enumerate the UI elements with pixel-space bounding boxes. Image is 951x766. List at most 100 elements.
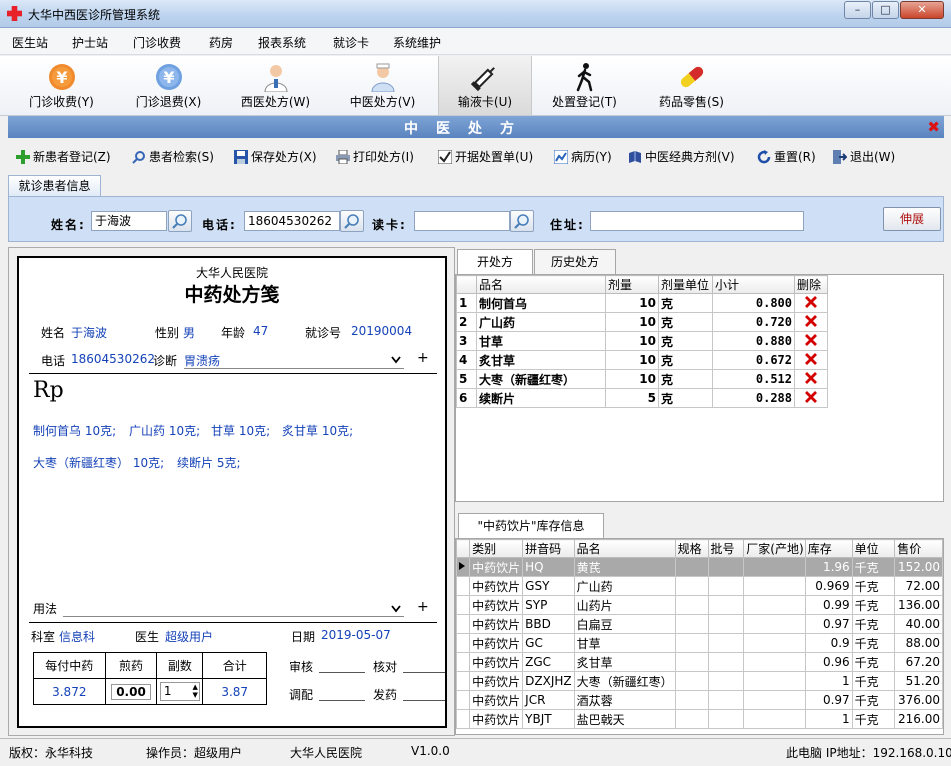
- herb-name[interactable]: 制何首乌: [476, 293, 606, 313]
- diagnosis-value[interactable]: 胃溃疡: [184, 352, 220, 369]
- row-selector[interactable]: [456, 614, 471, 634]
- name-input[interactable]: 于海波: [91, 211, 167, 231]
- table-row[interactable]: 5 大枣（新疆红枣） 10 克 0.512: [456, 369, 828, 389]
- tab-stock-info[interactable]: "中药饮片"库存信息: [458, 513, 604, 539]
- tab-new-prescription[interactable]: 开处方: [457, 249, 533, 275]
- menu-outpatient-fees[interactable]: 门诊收费: [133, 34, 181, 51]
- column-header: [456, 275, 477, 294]
- table-row[interactable]: 4 炙甘草 10 克 0.672: [456, 350, 828, 370]
- patient-info-tab[interactable]: 就诊患者信息: [8, 175, 101, 197]
- row-selector[interactable]: [456, 709, 471, 729]
- exit-button[interactable]: 退出(W): [833, 148, 895, 165]
- row-selector[interactable]: [456, 576, 471, 596]
- dose-value[interactable]: 10: [605, 293, 659, 313]
- save-prescription-button[interactable]: 保存处方(X): [234, 148, 317, 165]
- expand-button[interactable]: 伸展: [883, 207, 941, 231]
- medical-record-button[interactable]: 病历(Y): [554, 148, 612, 165]
- dose-count-spinner[interactable]: 1 ▲ ▼: [159, 682, 200, 701]
- module-close-button[interactable]: ✖: [927, 118, 940, 136]
- delete-icon[interactable]: [794, 350, 828, 370]
- toolbar-infusion-card[interactable]: 输液卡(U): [438, 56, 532, 115]
- open-treatment-order-button[interactable]: 开据处置单(U): [438, 148, 533, 165]
- dose-value[interactable]: 10: [605, 350, 659, 370]
- row-selector[interactable]: [456, 633, 471, 653]
- herb-name[interactable]: 续断片: [476, 388, 606, 408]
- delete-icon[interactable]: [794, 293, 828, 313]
- dose-value[interactable]: 10: [605, 312, 659, 332]
- table-row[interactable]: 中药饮片 GC 甘草 0.9 千克 88.00: [456, 633, 943, 653]
- dose-value[interactable]: 10: [605, 369, 659, 389]
- address-input[interactable]: [590, 211, 804, 231]
- row-selector[interactable]: [456, 690, 471, 710]
- add-diagnosis-button[interactable]: +: [417, 350, 429, 366]
- menu-system-maintenance[interactable]: 系统维护: [393, 34, 441, 51]
- table-row[interactable]: 6 续断片 5 克 0.288: [456, 388, 828, 408]
- tab-history-prescription[interactable]: 历史处方: [534, 249, 616, 275]
- table-row[interactable]: 1 制何首乌 10 克 0.800: [456, 293, 828, 313]
- maximize-button[interactable]: □: [872, 1, 899, 19]
- menu-visit-card[interactable]: 就诊卡: [333, 34, 369, 51]
- toolbar-treatment-register[interactable]: 处置登记(T): [533, 56, 636, 115]
- pinyin-code-cell: JCR: [522, 690, 575, 710]
- card-input[interactable]: [414, 211, 510, 231]
- menu-reports[interactable]: 报表系统: [258, 34, 306, 51]
- table-row[interactable]: 中药饮片 SYP 山药片 0.99 千克 136.00: [456, 595, 943, 615]
- delete-icon[interactable]: [794, 369, 828, 389]
- drug-name-cell: 黄芪: [573, 557, 676, 577]
- menu-nurse-station[interactable]: 护士站: [72, 34, 108, 51]
- phone-input[interactable]: 18604530262: [244, 211, 340, 231]
- toolbar-label: 中医处方(V): [349, 95, 416, 109]
- toolbar-outpatient-charge[interactable]: ¥ 门诊收费(Y): [10, 56, 113, 115]
- age-label: 年龄: [221, 326, 246, 340]
- minimize-button[interactable]: –: [844, 1, 871, 19]
- chevron-down-icon[interactable]: [391, 605, 401, 613]
- magnifier-icon: [514, 214, 529, 229]
- table-row[interactable]: 中药饮片 DZXJHZ 大枣（新疆红枣） 1 千克 51.20: [456, 671, 943, 691]
- pinyin-code-cell: DZXJHZ: [522, 671, 575, 691]
- patient-search-button[interactable]: 患者检索(S): [132, 148, 214, 165]
- menu-doctor-station[interactable]: 医生站: [12, 34, 48, 51]
- table-row[interactable]: 3 甘草 10 克 0.880: [456, 331, 828, 351]
- table-row[interactable]: 中药饮片 JCR 酒苁蓉 0.97 千克 376.00: [456, 690, 943, 710]
- table-row[interactable]: 中药饮片 BBD 白扁豆 0.97 千克 40.00: [456, 614, 943, 634]
- card-search-button[interactable]: [510, 210, 534, 232]
- toolbar-western-prescription[interactable]: 西医处方(W): [224, 56, 327, 115]
- print-prescription-button[interactable]: 打印处方(I): [336, 148, 414, 165]
- add-usage-button[interactable]: +: [417, 599, 429, 615]
- menu-pharmacy[interactable]: 药房: [209, 34, 233, 51]
- grid-header: 副数: [156, 652, 204, 679]
- table-row[interactable]: 2 广山药 10 克 0.720: [456, 312, 828, 332]
- row-selector[interactable]: [456, 671, 471, 691]
- spinner-arrows-icon[interactable]: ▲ ▼: [193, 683, 198, 699]
- table-row[interactable]: 中药饮片 YBJT 盐巴戟天 1 千克 216.00: [456, 709, 943, 729]
- close-window-button[interactable]: ✕: [900, 1, 944, 19]
- table-row[interactable]: 中药饮片 GSY 广山药 0.969 千克 72.00: [456, 576, 943, 596]
- delete-icon[interactable]: [794, 312, 828, 332]
- decoction-fee-input[interactable]: 0.00: [111, 683, 152, 700]
- row-selector[interactable]: [456, 557, 471, 577]
- toolbar-drug-retail[interactable]: 药品零售(S): [640, 56, 743, 115]
- table-row[interactable]: 中药饮片 HQ 黄芪 1.96 千克 152.00: [456, 557, 943, 577]
- toolbar-tcm-prescription[interactable]: 中医处方(V): [331, 56, 434, 115]
- herb-name[interactable]: 广山药: [476, 312, 606, 332]
- chevron-down-icon[interactable]: [391, 356, 401, 364]
- new-patient-button[interactable]: 新患者登记(Z): [16, 148, 111, 165]
- drug-name-cell: 酒苁蓉: [573, 690, 676, 710]
- delete-icon[interactable]: [794, 331, 828, 351]
- reset-button[interactable]: 重置(R): [757, 148, 816, 165]
- delete-icon[interactable]: [794, 388, 828, 408]
- herb-name[interactable]: 大枣（新疆红枣）: [476, 369, 606, 389]
- subtotal-value: 0.800: [712, 293, 795, 313]
- category-cell: 中药饮片: [469, 633, 524, 653]
- tcm-classic-formulas-button[interactable]: 中医经典方剂(V): [628, 148, 735, 165]
- row-selector[interactable]: [456, 652, 471, 672]
- herb-name[interactable]: 炙甘草: [476, 350, 606, 370]
- toolbar-outpatient-refund[interactable]: ¥ 门诊退费(X): [117, 56, 220, 115]
- herb-name[interactable]: 甘草: [476, 331, 606, 351]
- dose-value[interactable]: 10: [605, 331, 659, 351]
- row-selector[interactable]: [456, 595, 471, 615]
- name-search-button[interactable]: [168, 210, 192, 232]
- dose-value[interactable]: 5: [605, 388, 659, 408]
- phone-search-button[interactable]: [340, 210, 364, 232]
- table-row[interactable]: 中药饮片 ZGC 炙甘草 0.96 千克 67.20: [456, 652, 943, 672]
